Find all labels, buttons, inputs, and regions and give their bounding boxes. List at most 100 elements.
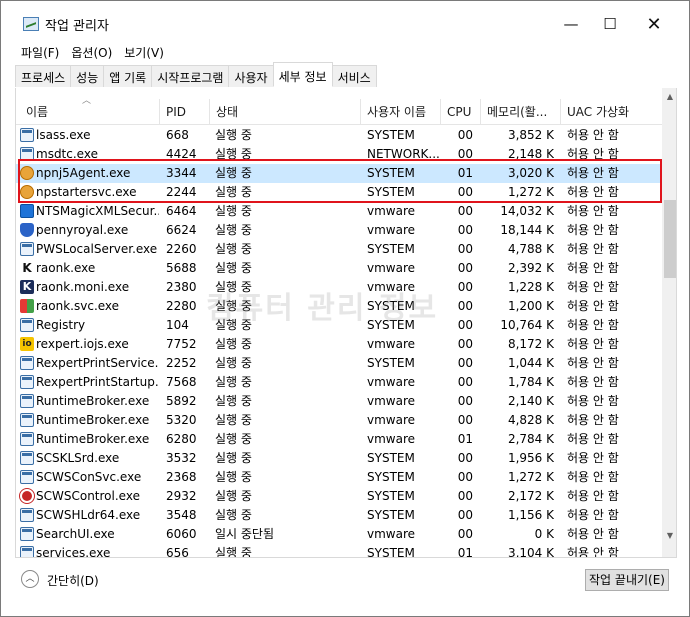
user-name-cell: vmware	[367, 280, 416, 294]
table-row[interactable]: RuntimeBroker.exe 6280 실행 중 vmware 01 2,784 K…	[16, 430, 662, 449]
tab-details[interactable]: 세부 정보	[272, 62, 333, 87]
details-panel: ︿ 이름 PID 상태 사용자 이름 CPU 메모리(활... UAC 가상화 …	[15, 88, 677, 558]
column-status[interactable]: 상태	[210, 99, 361, 125]
pid-cell: 6464	[166, 204, 197, 218]
tab-performance[interactable]: 성능	[70, 65, 105, 87]
process-name-cell: rexpert.iojs.exe	[36, 337, 129, 351]
table-row[interactable]: lsass.exe 668 실행 중 SYSTEM 00 3,852 K 허용 안 함	[16, 126, 662, 145]
user-name-cell: SYSTEM	[367, 242, 415, 256]
table-row[interactable]: Registry 104 실행 중 SYSTEM 00 10,764 K 허용 안 함	[16, 316, 662, 335]
generic-app-icon	[20, 394, 34, 408]
uac-cell: 허용 안 함	[567, 470, 619, 484]
memory-cell: 1,956 K	[507, 451, 554, 465]
tab-services[interactable]: 서비스	[331, 65, 377, 87]
uac-cell: 허용 안 함	[567, 432, 619, 446]
tab-startup[interactable]: 시작프로그램	[151, 65, 230, 87]
pid-cell: 6060	[166, 527, 197, 541]
close-button[interactable]: ✕	[639, 11, 669, 37]
pid-cell: 3548	[166, 508, 197, 522]
column-header: ︿ 이름 PID 상태 사용자 이름 CPU 메모리(활... UAC 가상화	[16, 96, 662, 125]
table-row[interactable]: RuntimeBroker.exe 5892 실행 중 vmware 00 2,140 K…	[16, 392, 662, 411]
cpu-cell: 00	[457, 394, 473, 408]
process-name-cell: SearchUI.exe	[36, 527, 115, 541]
table-row[interactable]: SCSKLSrd.exe 3532 실행 중 SYSTEM 00 1,956 K 허용 안 …	[16, 449, 662, 468]
column-memory[interactable]: 메모리(활...	[481, 99, 561, 125]
user-name-cell: SYSTEM	[367, 356, 415, 370]
cpu-cell: 01	[457, 546, 473, 558]
status-cell: 실행 중	[215, 280, 252, 294]
table-row[interactable]: RexpertPrintService.... 2252 실행 중 SYSTEM 00 1…	[16, 354, 662, 373]
uac-cell: 허용 안 함	[567, 489, 619, 503]
tab-bar: 프로세스 성능 앱 기록 시작프로그램 사용자 세부 정보 서비스	[15, 62, 677, 89]
collapse-chevron-icon[interactable]: ︿	[21, 570, 39, 588]
table-row[interactable]: SCWSHLdr64.exe 3548 실행 중 SYSTEM 00 1,156 K 허용 …	[16, 506, 662, 525]
menu-view[interactable]: 보기(V)	[118, 43, 170, 63]
table-row[interactable]: raonk.svc.exe 2280 실행 중 SYSTEM 00 1,200 K 허용 안…	[16, 297, 662, 316]
pid-cell: 668	[166, 128, 189, 142]
table-row[interactable]: Kraonk.moni.exe 2380 실행 중 vmware 00 1,228 K 허용…	[16, 278, 662, 297]
uac-cell: 허용 안 함	[567, 299, 619, 313]
cpu-cell: 00	[457, 261, 473, 275]
menu-file[interactable]: 파일(F)	[15, 43, 65, 63]
minimize-button[interactable]: —	[556, 11, 586, 37]
uac-cell: 허용 안 함	[567, 242, 619, 256]
scroll-up-icon[interactable]: ▲	[662, 88, 676, 105]
generic-app-icon	[20, 128, 34, 142]
status-cell: 실행 중	[215, 432, 252, 446]
table-row[interactable]: io rexpert.iojs.exe 7752 실행 중 vmware 00 8,172 …	[16, 335, 662, 354]
cpu-cell: 00	[457, 242, 473, 256]
tab-users[interactable]: 사용자	[228, 65, 274, 87]
memory-cell: 3,852 K	[507, 128, 554, 142]
column-name[interactable]: 이름	[16, 99, 160, 125]
table-row[interactable]: services.exe 656 실행 중 SYSTEM 01 3,104 K 허용 안 함	[16, 544, 662, 558]
cpu-cell: 00	[457, 470, 473, 484]
menu-options[interactable]: 옵션(O)	[65, 43, 118, 63]
table-row[interactable]: SCWSConSvc.exe 2368 실행 중 SYSTEM 00 1,272 K 허용 …	[16, 468, 662, 487]
cpu-cell: 00	[457, 375, 473, 389]
status-cell: 실행 중	[215, 242, 252, 256]
generic-app-icon	[20, 470, 34, 484]
maximize-button[interactable]: ☐	[595, 11, 625, 37]
cpu-cell: 01	[457, 432, 473, 446]
column-uac[interactable]: UAC 가상화	[561, 99, 662, 125]
user-name-cell: vmware	[367, 375, 416, 389]
generic-app-icon	[20, 432, 34, 446]
table-row[interactable]: NTSMagicXMLSecur... 6464 실행 중 vmware 00 14,03…	[16, 202, 662, 221]
column-user-name[interactable]: 사용자 이름	[361, 99, 441, 125]
menu-bar: 파일(F) 옵션(O) 보기(V)	[15, 43, 170, 63]
scroll-thumb[interactable]	[664, 200, 676, 278]
vertical-scrollbar[interactable]: ▲ ▼	[662, 88, 676, 557]
generic-app-icon	[20, 413, 34, 427]
scroll-down-icon[interactable]: ▼	[662, 527, 676, 544]
collapse-label[interactable]: 간단히(D)	[47, 572, 99, 589]
memory-cell: 14,032 K	[500, 204, 554, 218]
table-row[interactable]: PWSLocalServer.exe 2260 실행 중 SYSTEM 00 4,788 …	[16, 240, 662, 259]
user-name-cell: SYSTEM	[367, 318, 415, 332]
column-pid[interactable]: PID	[160, 99, 210, 125]
table-row[interactable]: RuntimeBroker.exe 5320 실행 중 vmware 00 4,828 K…	[16, 411, 662, 430]
memory-cell: 1,784 K	[507, 375, 554, 389]
table-row[interactable]: RexpertPrintStartup.... 7568 실행 중 vmware 00 1…	[16, 373, 662, 392]
cpu-cell: 00	[457, 223, 473, 237]
status-cell: 실행 중	[215, 451, 252, 465]
window-title: 작업 관리자	[45, 19, 109, 34]
highlight-annotation	[18, 159, 662, 203]
user-name-cell: SYSTEM	[367, 489, 415, 503]
memory-cell: 2,140 K	[507, 394, 554, 408]
table-row[interactable]: pennyroyal.exe 6624 실행 중 vmware 00 18,144 K 허용…	[16, 221, 662, 240]
table-row[interactable]: SCWSControl.exe 2932 실행 중 SYSTEM 00 2,172 K 허용…	[16, 487, 662, 506]
pid-cell: 5320	[166, 413, 197, 427]
table-row[interactable]: Kraonk.exe 5688 실행 중 vmware 00 2,392 K 허용 안 함	[16, 259, 662, 278]
cpu-cell: 00	[457, 299, 473, 313]
tab-processes[interactable]: 프로세스	[15, 65, 72, 87]
tab-app-history[interactable]: 앱 기록	[103, 65, 153, 87]
cpu-cell: 00	[457, 489, 473, 503]
memory-cell: 1,156 K	[507, 508, 554, 522]
red-circle-icon	[20, 489, 34, 503]
end-task-button[interactable]: 작업 끝내기(E)	[585, 569, 669, 591]
process-name-cell: Registry	[36, 318, 86, 332]
column-cpu[interactable]: CPU	[441, 99, 481, 125]
table-row[interactable]: SearchUI.exe 6060 일시 중단됨 vmware 00 0 K 허용 안 함	[16, 525, 662, 544]
cpu-cell: 00	[457, 204, 473, 218]
uac-cell: 허용 안 함	[567, 280, 619, 294]
